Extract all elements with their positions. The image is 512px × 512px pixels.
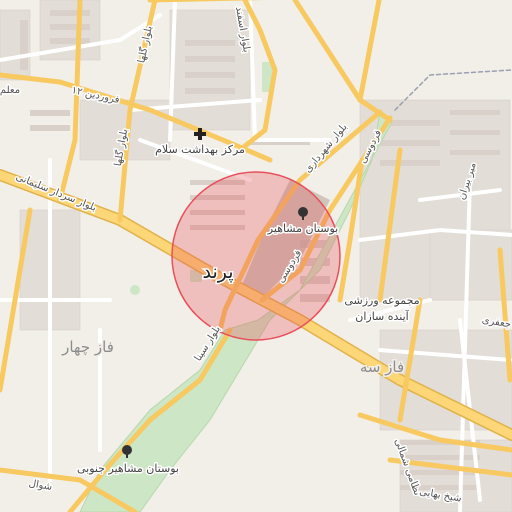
district-label-faz-se: فاز سه	[360, 358, 404, 376]
health-center-label: مرکز بهداشت سلام	[155, 143, 245, 156]
sports-complex-label-line2: آینده سازان	[355, 309, 409, 323]
mashahir-south-park-label: بوستان مشاهیر جنوبی	[77, 462, 179, 475]
map-svg[interactable]: پرند فاز چهار فاز سه مرکز بهداشت سلام بو…	[0, 0, 512, 512]
focus-place-label: پرند	[202, 261, 233, 283]
district-label-faz-chahar: فاز چهار	[61, 338, 114, 356]
map-canvas[interactable]: پرند فاز چهار فاز سه مرکز بهداشت سلام بو…	[0, 0, 512, 512]
focus-radius-circle	[171, 171, 341, 341]
mashahir-park-label: بوستان مشاهیر	[267, 222, 338, 235]
street-label-maali: معلم	[0, 85, 20, 96]
sports-complex-label-line1: مجموعه ورزشی	[344, 294, 419, 307]
